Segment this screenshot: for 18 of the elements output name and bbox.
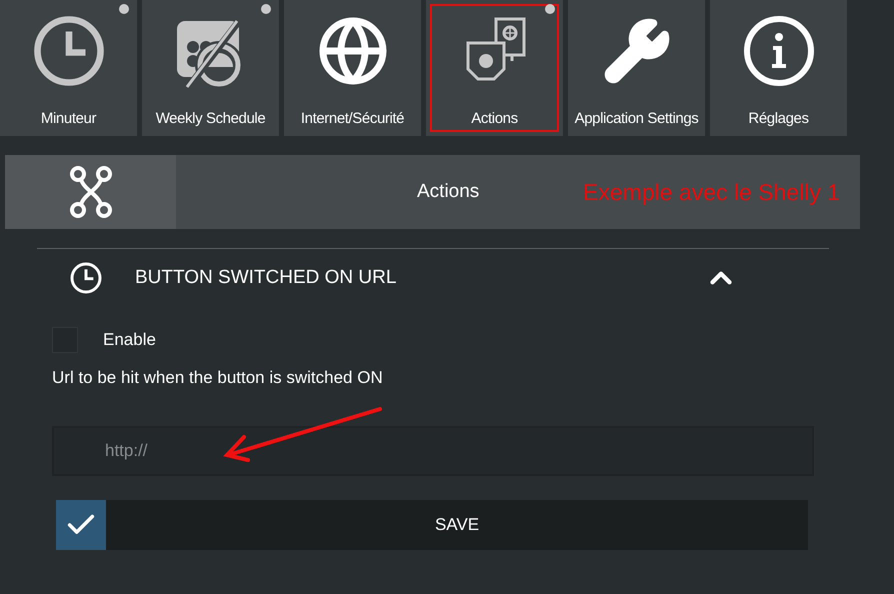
save-button[interactable]: SAVE: [56, 500, 808, 550]
enable-label: Enable: [103, 330, 156, 350]
globe-icon: [316, 15, 388, 87]
network-icon: [68, 165, 112, 219]
nav-tile[interactable]: Application Settings: [568, 0, 705, 136]
nav-tile[interactable]: Actions: [426, 0, 563, 136]
section-header[interactable]: BUTTON SWITCHED ON URL: [37, 249, 829, 307]
url-field[interactable]: http://: [52, 426, 814, 476]
nav-tile[interactable]: Weekly Schedule: [142, 0, 279, 136]
header-title: Actions: [417, 181, 480, 203]
nav-tile[interactable]: Réglages: [710, 0, 847, 136]
nav-tile[interactable]: Minuteur: [0, 0, 137, 136]
nav-tile[interactable]: Internet/Sécurité: [284, 0, 421, 136]
info-icon: [742, 15, 814, 87]
clock-icon: [32, 15, 104, 87]
url-label: Url to be hit when the button is switched ON: [52, 368, 384, 388]
annotation-text: Exemple avec le Shelly 1: [583, 178, 840, 206]
clock-icon: [70, 262, 102, 294]
